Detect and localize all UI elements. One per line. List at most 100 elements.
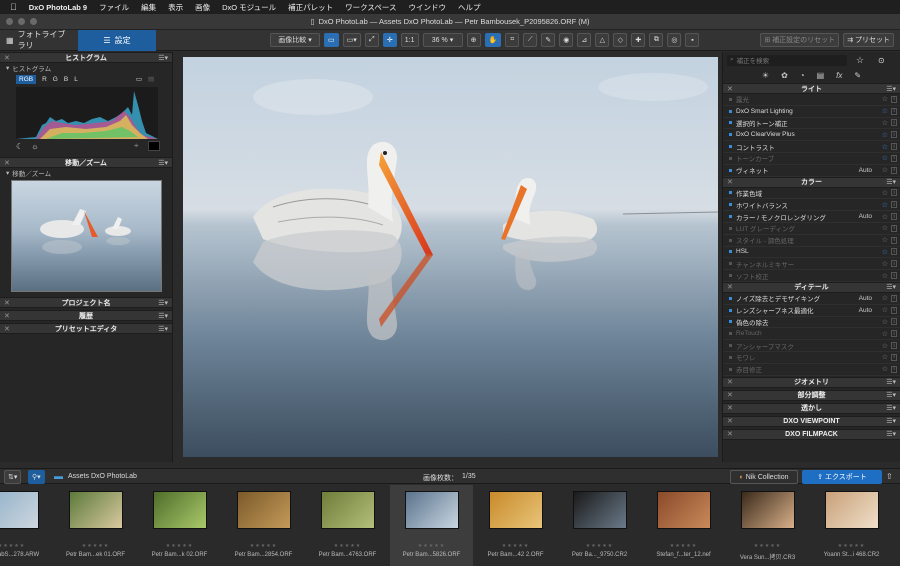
favorite-star-icon[interactable]: ☆ (882, 318, 888, 326)
filmstrip-thumbnail[interactable]: ★★★★★ Petr Bam...42 2.ORF (474, 485, 557, 566)
info-icon[interactable]: i (891, 201, 897, 209)
history-header[interactable]: ✕ 履歴 ☰▾ (0, 310, 172, 321)
info-icon[interactable]: i (891, 143, 897, 151)
info-icon[interactable]: i (891, 119, 897, 127)
favorite-star-icon[interactable]: ☆ (882, 306, 888, 314)
rating-stars-icon[interactable]: ★★★★★ (586, 543, 613, 549)
toggle-icon[interactable] (729, 332, 732, 336)
info-icon[interactable]: i (891, 95, 897, 103)
toggle-icon[interactable] (729, 145, 732, 149)
export-button[interactable]: ⇪ エクスポート (802, 470, 882, 484)
toggle-icon[interactable] (729, 203, 732, 207)
detail-header[interactable]: ✕ ディテール ☰▾ (723, 281, 900, 293)
favorite-star-icon[interactable]: ☆ (882, 224, 888, 232)
crop-icon[interactable]: ⌗ (505, 33, 520, 47)
close-icon[interactable]: ✕ (727, 404, 733, 412)
color-tab-icon[interactable]: ✿ (781, 71, 788, 80)
info-icon[interactable]: i (891, 154, 897, 162)
toggle-icon[interactable]: ⊙ (878, 56, 885, 65)
close-icon[interactable]: ✕ (727, 178, 733, 186)
image-viewer[interactable] (183, 57, 718, 457)
panel-menu-icon[interactable]: ☰▾ (886, 430, 896, 438)
favorite-star-icon[interactable]: ☆ (882, 365, 888, 373)
single-view-icon[interactable]: ▭ (324, 33, 339, 47)
search-input[interactable]: ⌕ 補正を検索 (727, 54, 847, 66)
favorite-star-icon[interactable]: ☆ (882, 294, 888, 302)
toggle-icon[interactable] (729, 355, 732, 359)
filmstrip-thumbnail[interactable]: ★★★★★ Petr Bam...k 02.ORF (138, 485, 221, 566)
correction-row[interactable]: 選択的トーン補正 ☆ i (723, 118, 900, 130)
favorite-star-icon[interactable]: ☆ (882, 353, 888, 361)
overlay-icon[interactable]: ▪ (685, 33, 700, 47)
project-header[interactable]: ✕ プロジェクト名 ☰▾ (0, 297, 172, 308)
panel-menu-icon[interactable]: ☰▾ (886, 391, 896, 399)
menu-window[interactable]: ウインドウ (409, 2, 447, 13)
info-icon[interactable]: i (891, 272, 897, 280)
rating-stars-icon[interactable]: ★★★★★ (838, 543, 865, 549)
correction-row[interactable]: ホワイトバランス ☆ i (723, 199, 900, 212)
panel-menu-icon[interactable]: ☰▾ (886, 417, 896, 425)
histogram-subheader[interactable]: ▾ ヒストグラム (0, 63, 172, 73)
correction-row[interactable]: アンシャープマスク ☆ i (723, 340, 900, 352)
preset-button[interactable]: ⇉ プリセット (843, 33, 894, 47)
favorite-star-icon[interactable]: ☆ (882, 189, 888, 197)
rating-stars-icon[interactable]: ★★★★★ (0, 543, 25, 549)
favorite-star-icon[interactable]: ☆ (882, 166, 888, 174)
channel-r[interactable]: R (42, 76, 47, 83)
channel-b[interactable]: B (64, 76, 68, 83)
eyedropper-icon[interactable]: ✎ (541, 33, 556, 47)
correction-row[interactable]: モワレ ☆ i (723, 352, 900, 364)
filmstrip-thumbnail[interactable]: ★★★★★ Petr Bam...ek 01.ORF (54, 485, 137, 566)
toggle-icon[interactable] (729, 367, 732, 371)
info-icon[interactable]: i (891, 318, 897, 326)
watermark-header[interactable]: ✕ 透かし ☰▾ (723, 402, 900, 414)
channel-rgb[interactable]: RGB (16, 74, 37, 84)
monitor-icon[interactable]: ▭ (136, 75, 142, 83)
split-view-icon[interactable]: ▭▾ (342, 33, 361, 47)
viewpoint-header[interactable]: ✕ DXO VIEWPOINT ☰▾ (723, 415, 900, 427)
navigator-subheader[interactable]: ▾ 移動／ズーム (0, 168, 172, 178)
info-icon[interactable]: i (891, 353, 897, 361)
close-icon[interactable]: ✕ (727, 378, 733, 386)
panel-menu-icon[interactable]: ☰▾ (886, 178, 896, 186)
close-icon[interactable]: ✕ (4, 325, 10, 333)
correction-row[interactable]: 作業色域 ☆ i (723, 188, 900, 200)
toggle-icon[interactable] (729, 168, 732, 172)
geometry-tab-icon[interactable]: ▤ (817, 71, 825, 80)
correction-row[interactable]: LUT グレーディング ☆ i (723, 223, 900, 235)
toggle-icon[interactable] (729, 320, 732, 324)
redeye-icon[interactable]: ◉ (559, 33, 574, 47)
menu-image[interactable]: 画像 (195, 2, 210, 13)
rating-stars-icon[interactable]: ★★★★★ (502, 543, 529, 549)
correction-row[interactable]: ソフト校正 ☆ i (723, 270, 900, 282)
move-icon[interactable]: ✛ (382, 33, 397, 47)
info-icon[interactable]: i (891, 248, 897, 256)
filmstrip-thumbnail[interactable]: ★★★★★ Petr Bam...4763.ORF (306, 485, 389, 566)
histogram-header[interactable]: ✕ ヒストグラム ☰▾ (0, 52, 172, 63)
toggle-icon[interactable] (729, 133, 732, 137)
favorite-star-icon[interactable]: ☆ (882, 248, 888, 256)
detail-tab-icon[interactable]: ◔ (800, 71, 805, 80)
close-icon[interactable]: ✕ (4, 159, 10, 167)
info-icon[interactable]: i (891, 213, 897, 221)
filmstrip-thumbnail[interactable]: ★★★★★ Yoann St...i 468.CR2 (810, 485, 893, 566)
correction-row[interactable]: 赤目修正 ☆ i (723, 364, 900, 376)
favorite-star-icon[interactable]: ☆ (882, 260, 888, 268)
favorite-star-icon[interactable]: ☆ (882, 95, 888, 103)
correction-row[interactable]: DxO Smart Lighting ☆ i (723, 106, 900, 118)
menu-palettes[interactable]: 補正パレット (288, 2, 333, 13)
favorite-star-icon[interactable]: ☆ (882, 201, 888, 209)
close-icon[interactable]: ✕ (4, 312, 10, 320)
info-icon[interactable]: i (891, 224, 897, 232)
tab-photo-library[interactable]: ▦ フォトライブラリ (0, 30, 78, 51)
hand-icon[interactable]: ✋ (484, 33, 502, 47)
shadow-clip-icon[interactable]: ☾ (16, 142, 23, 151)
edit-tab-icon[interactable]: ✎ (854, 71, 861, 80)
filter-button[interactable]: ⚲▾ (28, 470, 45, 484)
info-icon[interactable]: i (891, 189, 897, 197)
favorite-star-icon[interactable]: ☆ (882, 342, 888, 350)
fit-icon[interactable]: ⤢ (364, 33, 379, 47)
info-icon[interactable]: i (891, 236, 897, 244)
menu-modules[interactable]: DxO モジュール (222, 2, 276, 13)
rating-stars-icon[interactable]: ★★★★★ (754, 543, 781, 549)
